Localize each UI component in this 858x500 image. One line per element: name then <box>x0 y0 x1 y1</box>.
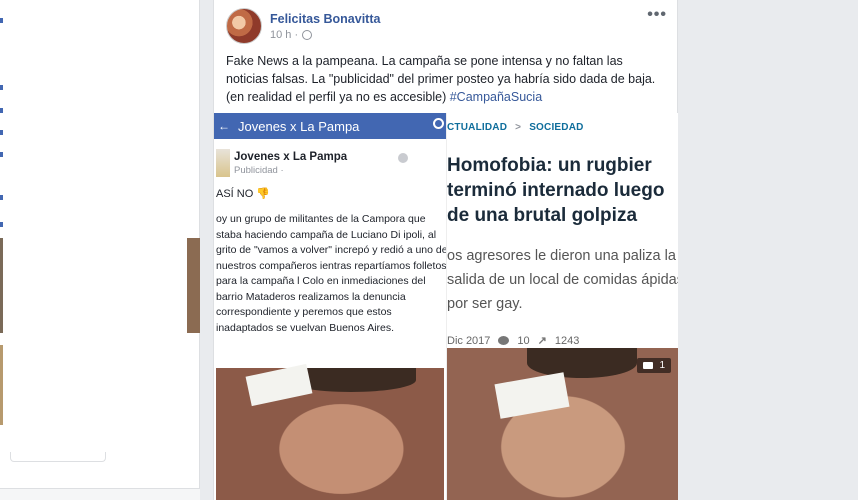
article-lead: os agresores le dieron una paliza la sal… <box>447 248 678 312</box>
sidebar-thumbnail[interactable] <box>0 238 3 333</box>
sidebar-footer <box>0 488 200 500</box>
screenshot-audience: Publicidad · <box>234 165 284 176</box>
comment-count: 10 <box>517 334 530 347</box>
screenshot-page-name: Jovenes x La Pampa <box>234 151 348 163</box>
post-text: Fake News a la pampeana. La campaña se p… <box>226 52 666 106</box>
post-time-row: 10 h · <box>270 29 380 41</box>
sidebar-card-bottom <box>10 452 106 462</box>
article-date: Dic 2017 <box>447 334 491 347</box>
feed-post: Felicitas Bonavitta 10 h · ••• Fake News… <box>213 0 678 500</box>
screenshot-body: oy un grupo de militantes de la Campora … <box>216 213 446 334</box>
screenshot-post: Jovenes x La Pampa Publicidad · ASÍ NO 👎… <box>214 147 446 336</box>
screenshot-post-header: Jovenes x La Pampa Publicidad · <box>214 147 446 177</box>
page-logo <box>216 149 230 177</box>
photo-detail <box>245 363 313 407</box>
photo-detail <box>494 372 570 419</box>
post-meta: Felicitas Bonavitta 10 h · <box>270 12 380 41</box>
share-icon: ↗ <box>537 335 547 347</box>
screenshot-top-bar: ← Jovenes x La Pampa <box>214 113 446 139</box>
post-body: Fake News a la pampeana. La campaña se p… <box>226 54 656 104</box>
article-headline: Homofobia: un rugbier terminó internado … <box>447 155 665 226</box>
post-header: Felicitas Bonavitta 10 h · <box>226 8 380 44</box>
gear-icon <box>398 153 408 163</box>
screenshot-post-meta: Jovenes x La Pampa Publicidad · <box>234 147 347 176</box>
back-arrow-icon: ← <box>218 119 230 133</box>
post-time[interactable]: 10 h · <box>270 29 298 41</box>
avatar[interactable] <box>226 8 262 44</box>
injured-face-photo <box>216 363 444 500</box>
breadcrumb: CTUALIDAD > SOCIEDAD <box>447 122 678 133</box>
globe-icon[interactable] <box>302 29 313 40</box>
photo-count: 1 <box>659 360 665 371</box>
camera-icon <box>643 362 654 369</box>
injured-face-photo: 1 <box>447 348 678 500</box>
more-options-icon[interactable]: ••• <box>647 6 667 24</box>
sidebar-link-marker[interactable] <box>0 18 3 23</box>
author-name[interactable]: Felicitas Bonavitta <box>270 12 380 26</box>
article-stats: Dic 2017 10 ↗ 1243 <box>447 334 678 348</box>
left-sidebar <box>0 0 200 500</box>
photo-detail <box>527 348 637 378</box>
breadcrumb-separator: > <box>515 122 522 133</box>
attached-image-right[interactable]: CTUALIDAD > SOCIEDAD Homofobia: un rugbier… <box>446 113 678 500</box>
share-count: 1243 <box>554 334 580 347</box>
sidebar-link-marker[interactable] <box>0 108 3 113</box>
sidebar-link-marker[interactable] <box>0 222 3 227</box>
attached-image-left[interactable]: ← Jovenes x La Pampa Jovenes x La Pampa … <box>214 113 446 500</box>
page-background <box>678 0 858 500</box>
sidebar-link-marker[interactable] <box>0 130 3 135</box>
photo-count-badge: 1 <box>637 358 671 373</box>
breadcrumb-item: CTUALIDAD <box>447 122 508 133</box>
sidebar-link-marker[interactable] <box>0 195 3 200</box>
sidebar-link-marker[interactable] <box>0 85 3 90</box>
sidebar-thumbnail[interactable] <box>187 238 200 333</box>
screenshot-headline: ASÍ NO 👎 <box>216 188 271 200</box>
sidebar-link-marker[interactable] <box>0 152 3 157</box>
comment-icon <box>498 336 510 345</box>
search-icon <box>433 118 444 129</box>
hashtag-link[interactable]: #CampañaSucia <box>450 90 542 104</box>
screenshot-bar-title: Jovenes x La Pampa <box>238 118 360 134</box>
sidebar-thumbnail[interactable] <box>0 345 3 425</box>
breadcrumb-item: SOCIEDAD <box>529 122 584 133</box>
